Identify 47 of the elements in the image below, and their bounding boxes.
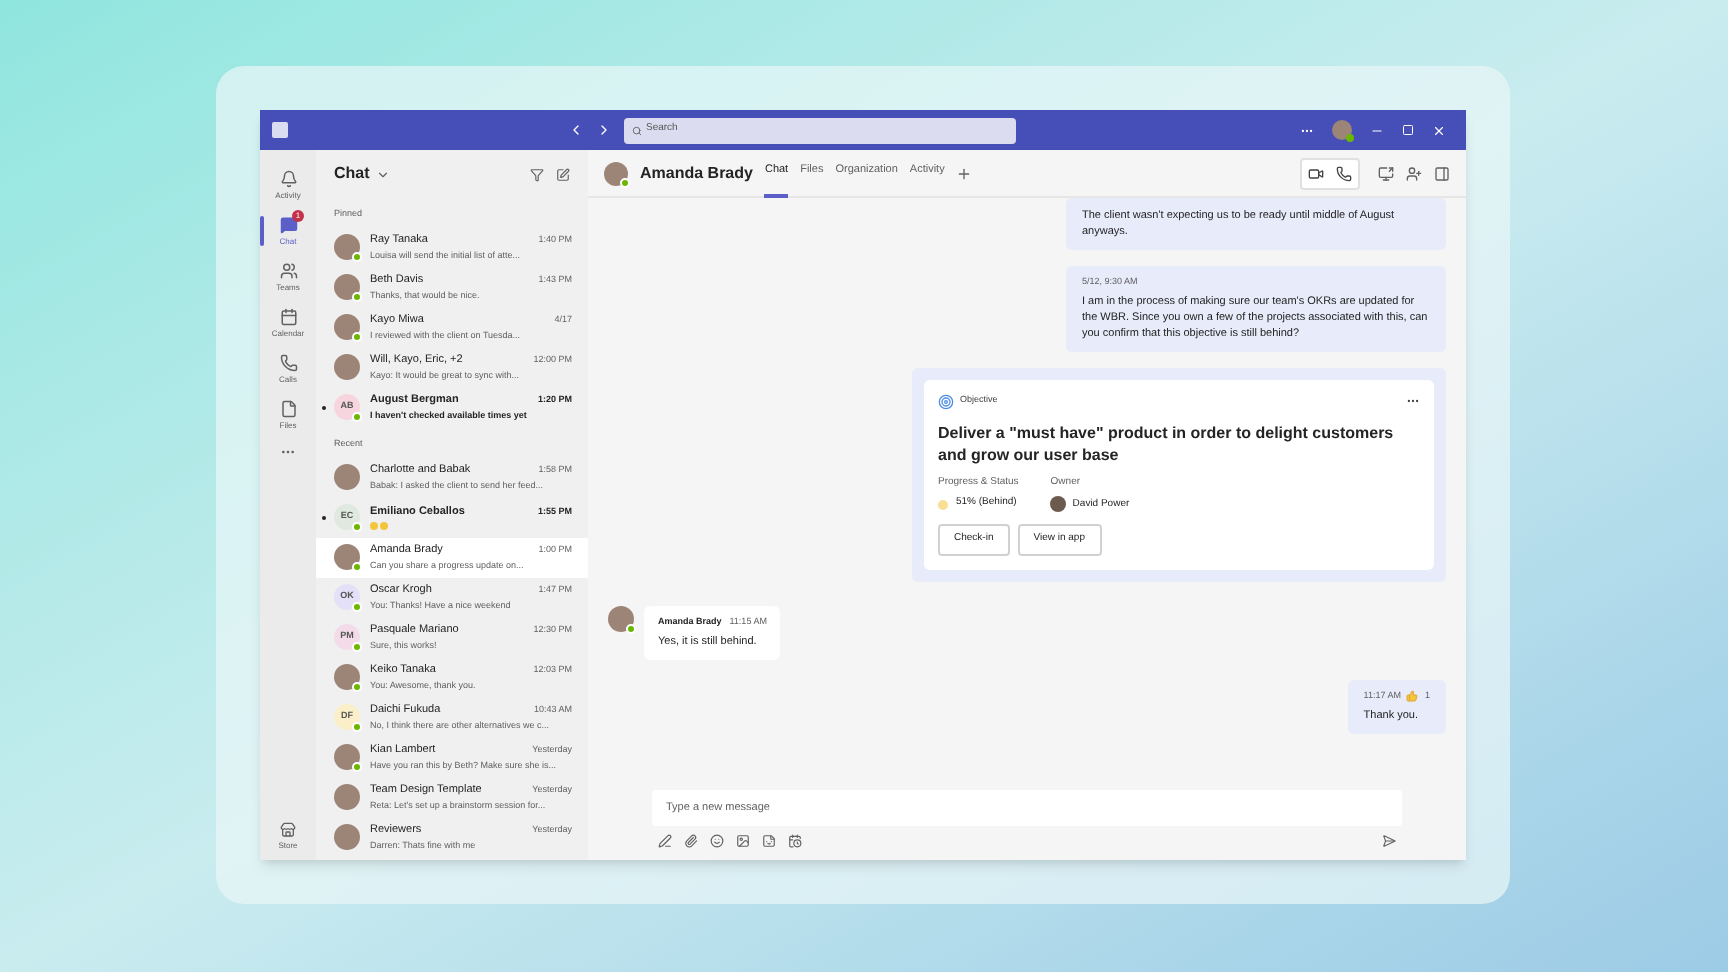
search-icon [632,125,642,135]
filter-icon[interactable] [530,167,544,181]
avatar [334,234,360,261]
file-icon [279,399,297,417]
avatar [334,664,360,690]
schedule-icon[interactable] [788,834,802,848]
chat-icon [279,215,297,233]
format-icon[interactable] [658,834,672,848]
back-icon[interactable] [568,122,584,138]
profile-avatar[interactable] [1332,120,1352,140]
send-icon[interactable] [1382,834,1396,848]
screen-share-icon[interactable] [1378,165,1394,181]
people-icon [279,261,297,279]
contact-name: Amanda Brady [640,161,753,185]
avatar [334,784,360,810]
add-people-icon[interactable] [1406,165,1422,181]
panel-title: Chat [334,162,370,186]
phone-icon [279,353,297,371]
attach-icon[interactable] [684,834,698,848]
store-icon [280,822,296,838]
target-icon [938,393,954,410]
avatar [1050,496,1067,513]
gif-icon[interactable] [736,834,750,848]
thumbs-up-icon [1406,690,1419,703]
avatar [608,605,634,632]
avatar [334,274,360,301]
avatar [334,744,360,770]
avatar [334,354,360,381]
card-title: Deliver a "must have" product in order to delight customers and grow our user base [938,421,1396,466]
avatar [334,464,360,490]
avatar [334,314,360,341]
avatar [604,161,628,185]
bell-icon [279,169,297,187]
maximize-icon[interactable] [1402,124,1414,136]
avatar [334,544,360,570]
app-logo-icon [272,122,288,138]
chevron-down-icon[interactable] [375,167,390,181]
forward-icon[interactable] [596,122,612,138]
emoji-icon[interactable] [710,834,724,848]
sticker-icon[interactable] [762,834,776,848]
new-chat-icon[interactable] [556,167,570,181]
selection-indicator [260,216,264,246]
close-icon[interactable] [1432,123,1446,137]
calendar-icon [279,307,297,325]
add-tab-icon[interactable] [956,165,973,181]
side-panel-icon[interactable] [1434,165,1450,181]
avatar [334,824,360,850]
